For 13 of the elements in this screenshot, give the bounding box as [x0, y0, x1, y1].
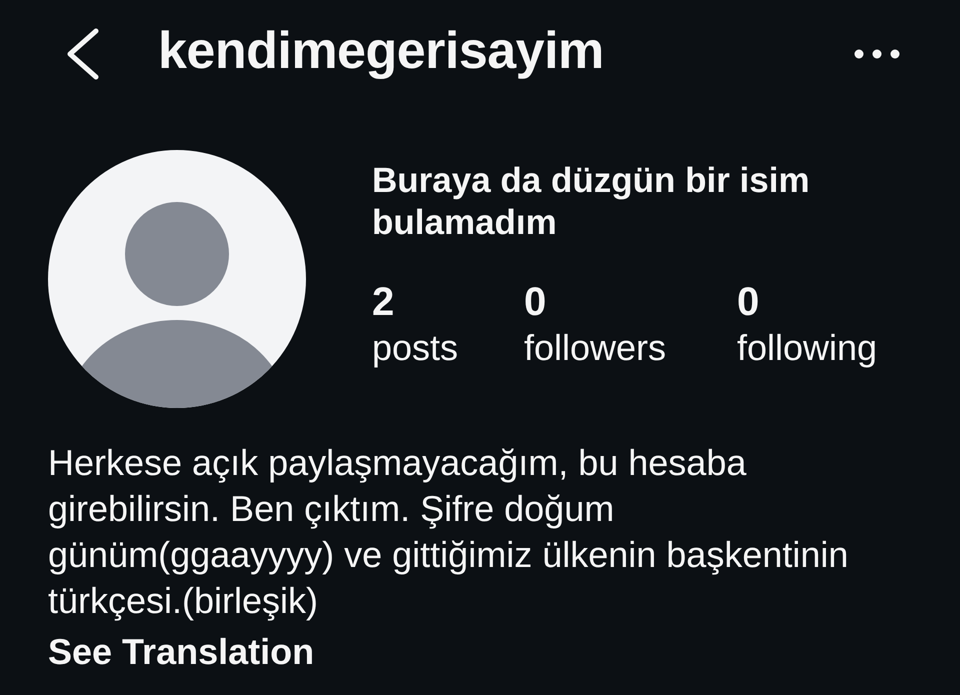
stat-count: 0: [737, 280, 760, 324]
see-translation-link[interactable]: See Translation: [48, 632, 314, 672]
stat-count: 2: [372, 280, 394, 324]
profile-name: Buraya da düzgün bir isim bulamadım: [372, 160, 811, 244]
stat-label: following: [737, 328, 878, 368]
back-icon: [66, 28, 100, 80]
avatar-icon: [48, 150, 306, 408]
bio-text: Herkese açık paylaşmayacağım, bu hesaba girebilirsin. Ben çıktım. Şifre doğum günüm(ggaayyyy) ve gittiğimiz ülkenin başkentinin türkçesi.(birleşik): [48, 441, 850, 623]
stat-count: 0: [524, 280, 546, 324]
more-icon: [854, 49, 900, 59]
stat-label: posts: [372, 328, 458, 368]
stat-label: followers: [524, 328, 666, 368]
username-title: kendimegerisayim: [158, 25, 605, 82]
